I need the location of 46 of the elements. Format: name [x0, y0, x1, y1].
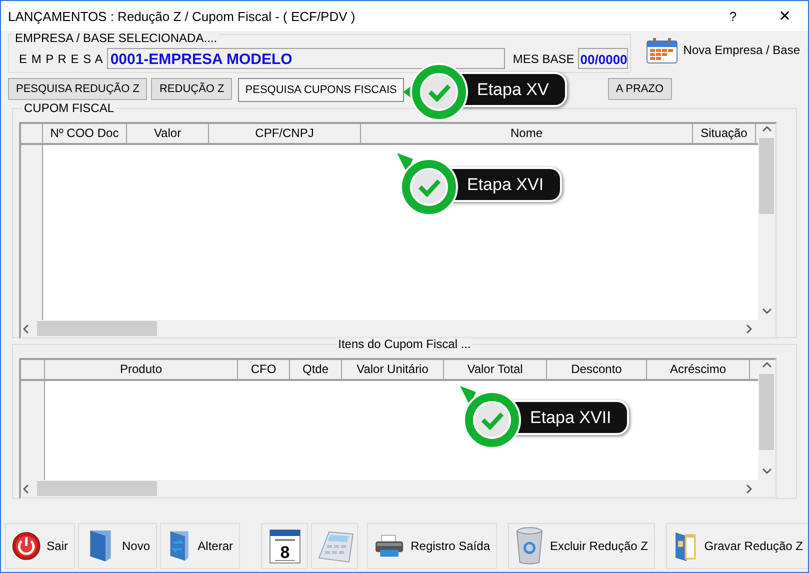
month-label: MES BASE	[512, 52, 574, 66]
scroll-thumb[interactable]	[759, 374, 774, 450]
vertical-scrollbar[interactable]	[758, 124, 775, 320]
scroll-thumb[interactable]	[37, 481, 157, 496]
vertical-scrollbar[interactable]	[758, 360, 775, 480]
calendar-icon: 8	[266, 527, 302, 565]
toolbar-button[interactable]: Gravar Redução Z	[666, 523, 808, 569]
help-button[interactable]: ?	[718, 8, 748, 24]
column-header[interactable]: Valor Unitário	[342, 360, 444, 379]
toolbar-button[interactable]: Registro Saída	[367, 523, 497, 569]
column-header[interactable]: Situação	[693, 124, 756, 143]
column-header[interactable]: Qtde	[290, 360, 342, 379]
horizontal-scrollbar[interactable]	[21, 480, 758, 497]
toolbar-button[interactable]: Novo	[78, 523, 157, 569]
toolbar-button[interactable]: Alterar	[160, 523, 240, 569]
toolbar-button[interactable]	[311, 523, 358, 569]
calendar-icon	[645, 36, 680, 64]
toolbar-button[interactable]: Sair	[5, 523, 75, 569]
trash-icon	[515, 526, 544, 566]
window-title: LANÇAMENTOS : Redução Z / Cupom Fiscal - ( ECF/PDV )	[7, 8, 356, 24]
group-legend: Itens do Cupom Fiscal ...	[336, 338, 473, 351]
close-button[interactable]: ✕	[762, 7, 808, 25]
tab[interactable]: A PRAZO	[608, 78, 672, 100]
scroll-thumb[interactable]	[37, 321, 157, 336]
tab[interactable]: REDUÇÃO Z	[151, 78, 232, 100]
column-header[interactable]: Nº COO Doc	[43, 124, 127, 143]
group-legend: CUPOM FISCAL	[22, 102, 116, 115]
toolbar-button[interactable]: 8	[261, 523, 308, 569]
column-header[interactable]: Produto	[45, 360, 238, 379]
company-field[interactable]: 0001-EMPRESA MODELO	[107, 48, 505, 69]
tab[interactable]: PESQUISA CUPONS FISCAIS	[238, 78, 404, 102]
company-label: E M P R E S A	[19, 52, 104, 66]
month-field[interactable]: 00/0000	[578, 48, 628, 69]
column-header[interactable]: Acréscimo	[647, 360, 750, 379]
scroll-thumb[interactable]	[759, 138, 774, 214]
group-legend: EMPRESA / BASE SELECIONADA....	[13, 32, 220, 44]
column-header[interactable]: Desconto	[547, 360, 647, 379]
column-header[interactable]: Valor	[127, 124, 209, 143]
toolbar-button[interactable]: Excluir Redução Z	[508, 523, 655, 569]
column-header[interactable]: Nome	[361, 124, 693, 143]
column-header[interactable]: CFO	[238, 360, 290, 379]
horizontal-scrollbar[interactable]	[21, 320, 758, 337]
tab[interactable]: PESQUISA REDUÇÃO Z	[8, 78, 148, 100]
column-header[interactable]: Valor Total	[444, 360, 547, 379]
change-company-button[interactable]: Nova Empresa / Base	[643, 35, 802, 65]
column-header[interactable]: CPF/CNPJ	[209, 124, 361, 143]
